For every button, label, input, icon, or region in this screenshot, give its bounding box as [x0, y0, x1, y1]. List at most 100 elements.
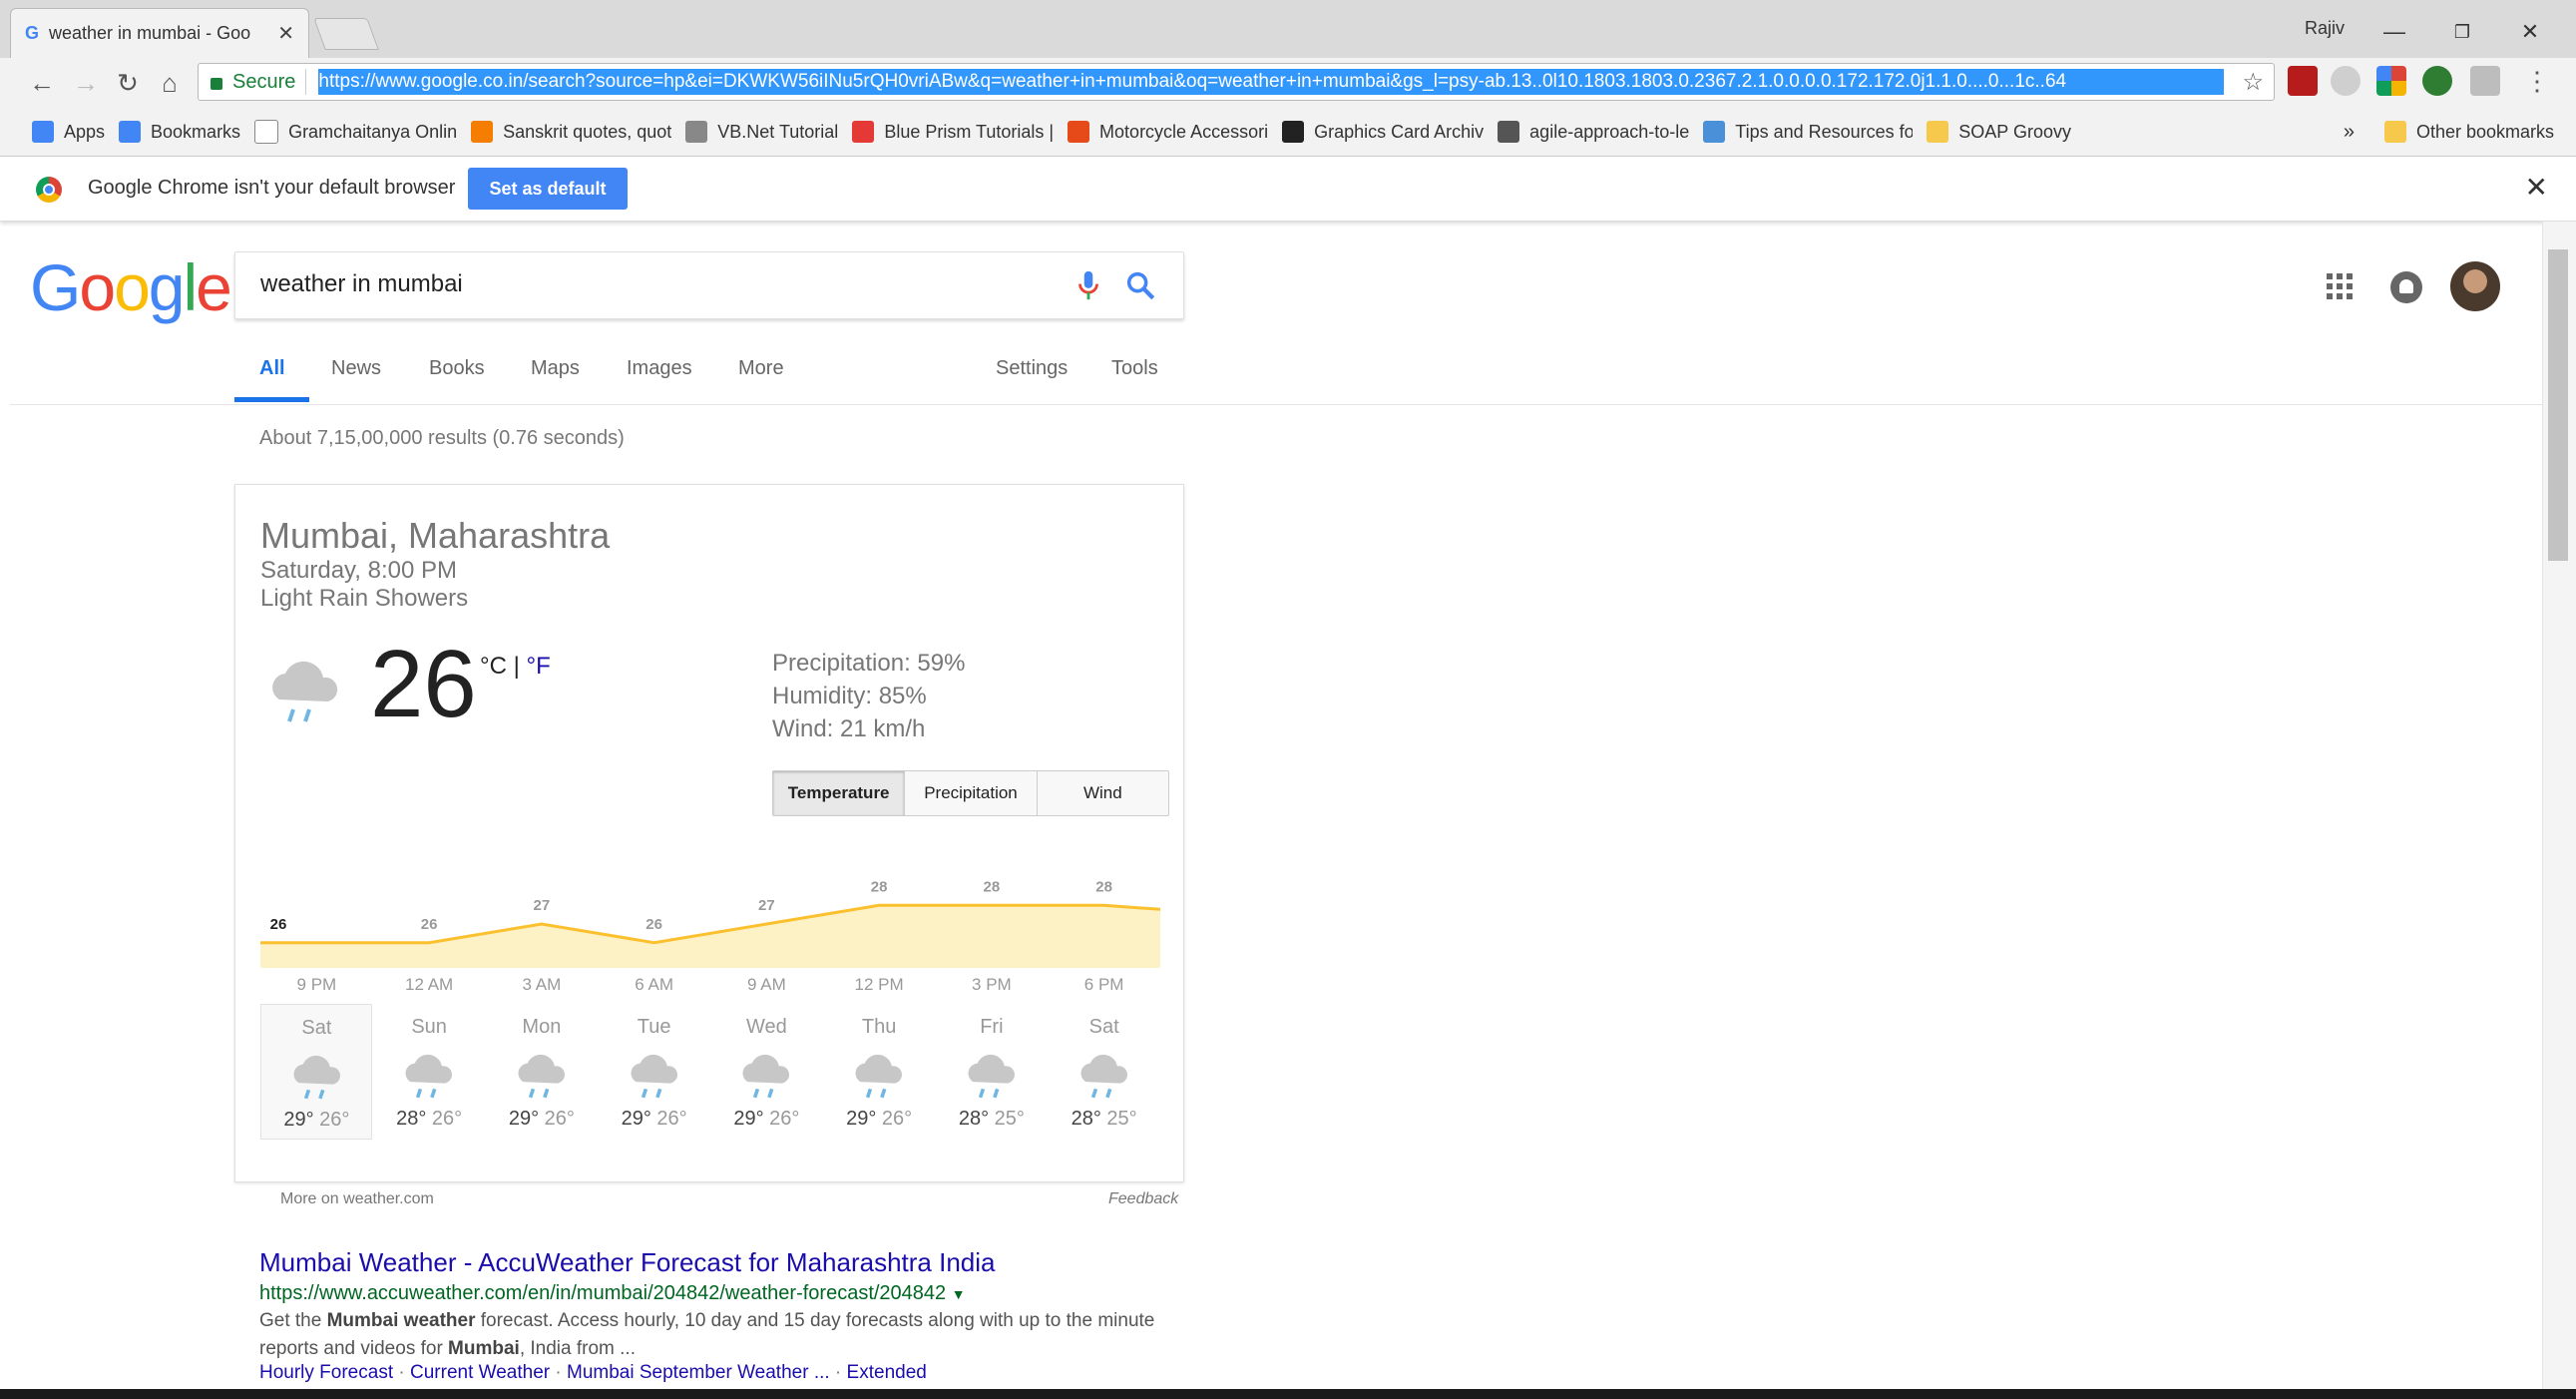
back-icon[interactable]: ← — [22, 60, 62, 106]
mode-wind-button[interactable]: Wind — [1038, 771, 1168, 815]
celsius-unit[interactable]: °C — [480, 653, 507, 680]
infobar-close-icon[interactable]: ✕ — [2525, 171, 2548, 204]
sitelink[interactable]: Hourly Forecast — [259, 1362, 393, 1383]
skype-extension-icon[interactable] — [2331, 66, 2361, 96]
forecast-day[interactable]: Tue 29° 26° — [599, 1004, 710, 1140]
microphone-icon[interactable] — [1072, 268, 1105, 302]
forecast-day[interactable]: Thu 29° 26° — [823, 1004, 935, 1140]
new-tab-button[interactable] — [313, 18, 379, 50]
search-input[interactable]: weather in mumbai — [260, 270, 463, 298]
forecast-day[interactable]: Sat 28° 25° — [1049, 1004, 1160, 1140]
caret-down-icon[interactable]: ▼ — [952, 1286, 966, 1302]
profile-name[interactable]: Rajiv — [2305, 18, 2345, 39]
tab-close-icon[interactable]: ✕ — [277, 21, 294, 46]
scrollbar-thumb[interactable] — [2548, 249, 2568, 561]
forecast-low: 26° — [656, 1108, 687, 1130]
tab-books[interactable]: Books — [429, 357, 485, 380]
set-default-button[interactable]: Set as default — [468, 168, 628, 210]
weather-card: Mumbai, Maharashtra Saturday, 8:00 PM Li… — [234, 484, 1184, 1207]
restore-icon[interactable]: ❐ — [2432, 12, 2492, 52]
secure-indicator[interactable]: Secure — [199, 69, 307, 95]
chart-value-label: 28 — [1095, 878, 1112, 895]
other-bookmarks[interactable]: Other bookmarks — [2383, 121, 2554, 143]
forecast-temps: 28° 25° — [1049, 1108, 1160, 1131]
notifications-bell-icon[interactable] — [2390, 271, 2422, 303]
sitelink[interactable]: Extended — [847, 1362, 927, 1383]
bookmark-item[interactable]: Apps — [32, 121, 105, 143]
chrome-menu-icon[interactable]: ⋮ — [2524, 66, 2550, 97]
forecast-day[interactable]: Sun 28° 26° — [373, 1004, 485, 1140]
address-bar[interactable]: Secure https://www.google.co.in/search?s… — [198, 63, 2275, 101]
forecast-day-name: Tue — [637, 1016, 671, 1038]
chart-hour-label: 3 PM — [972, 975, 1012, 994]
result-title-link[interactable]: Mumbai Weather - AccuWeather Forecast fo… — [259, 1247, 995, 1278]
forecast-low: 25° — [1106, 1108, 1137, 1130]
home-icon[interactable]: ⌂ — [150, 60, 190, 106]
minimize-icon[interactable]: — — [2364, 12, 2424, 52]
bookmark-item[interactable]: Tips and Resources fo — [1703, 121, 1913, 143]
bookmark-item[interactable]: Bookmarks — [119, 121, 240, 143]
current-temperature: 26 — [370, 631, 477, 737]
bookmark-item[interactable]: Gramchaitanya Onlin — [254, 120, 457, 144]
tab-settings[interactable]: Settings — [996, 357, 1068, 380]
bookmark-item[interactable]: SOAP Groovy — [1927, 121, 2071, 143]
forecast-low: 26° — [319, 1109, 350, 1131]
pdf-extension-icon[interactable] — [2288, 66, 2318, 96]
tab-images[interactable]: Images — [627, 357, 692, 380]
secure-label: Secure — [232, 70, 296, 93]
bookmark-star-icon[interactable]: ☆ — [2242, 68, 2264, 97]
mode-precipitation-button[interactable]: Precipitation — [905, 771, 1038, 815]
rain-cloud-icon — [631, 1054, 677, 1099]
forward-icon[interactable]: → — [66, 60, 106, 106]
sitelink[interactable]: Mumbai September Weather ... — [567, 1362, 830, 1383]
more-on-weather-link[interactable]: More on weather.com — [280, 1190, 434, 1208]
tab-news[interactable]: News — [331, 357, 381, 380]
sitelink[interactable]: Current Weather — [410, 1362, 550, 1383]
tab-more[interactable]: More — [738, 357, 784, 380]
bookmark-item[interactable]: Graphics Card Archiv — [1282, 121, 1484, 143]
rain-cloud-icon — [518, 1054, 565, 1099]
fahrenheit-unit[interactable]: °F — [527, 653, 551, 680]
bookmarks-overflow-icon[interactable]: » — [2344, 121, 2355, 144]
default-browser-infobar: Google Chrome isn't your default browser… — [0, 157, 2576, 222]
forecast-day[interactable]: Wed 29° 26° — [710, 1004, 822, 1140]
result-url[interactable]: https://www.accuweather.com/en/in/mumbai… — [259, 1282, 966, 1305]
forecast-temps: 29° 26° — [261, 1109, 371, 1132]
taskbar — [0, 1389, 2576, 1399]
url-text[interactable]: https://www.google.co.in/search?source=h… — [318, 69, 2225, 95]
browser-tab[interactable]: G weather in mumbai - Goo ✕ — [10, 8, 309, 58]
bookmark-item[interactable]: agile-approach-to-le — [1498, 121, 1689, 143]
gamepad-icon — [1282, 121, 1305, 143]
bookmark-item[interactable]: VB.Net Tutorial — [685, 121, 838, 143]
bookmark-item[interactable]: Sanskrit quotes, quot — [471, 121, 671, 143]
globe-extension-icon[interactable] — [2422, 66, 2452, 96]
chart-hour-label: 6 AM — [635, 975, 673, 994]
forecast-day-name: Thu — [861, 1016, 897, 1038]
feedback-link[interactable]: Feedback — [1108, 1190, 1178, 1208]
rain-cloud-icon — [405, 1054, 453, 1099]
forecast-day[interactable]: Fri 28° 25° — [936, 1004, 1048, 1140]
google-logo[interactable]: Google — [30, 249, 232, 325]
window-close-icon[interactable]: ✕ — [2500, 12, 2560, 52]
search-icon[interactable] — [1123, 268, 1157, 302]
rain-cloud-icon — [855, 1054, 903, 1099]
tab-tools[interactable]: Tools — [1111, 357, 1158, 380]
lock-icon — [211, 78, 222, 90]
forecast-day[interactable]: Mon 29° 26° — [486, 1004, 598, 1140]
forecast-day[interactable]: Sat 29° 26° — [260, 1004, 373, 1140]
avatar[interactable] — [2450, 261, 2500, 311]
bookmark-item[interactable]: Blue Prism Tutorials | — [852, 121, 1054, 143]
google-apps-icon[interactable] — [2325, 271, 2355, 301]
picture-icon — [1703, 121, 1726, 143]
tab-all[interactable]: All — [259, 357, 285, 380]
mode-temperature-button[interactable]: Temperature — [773, 771, 906, 815]
tab-maps[interactable]: Maps — [531, 357, 580, 380]
reload-icon[interactable]: ↻ — [108, 60, 148, 106]
ui-extension-icon[interactable] — [2470, 66, 2500, 96]
rain-cloud-icon — [293, 1055, 341, 1100]
search-box[interactable]: weather in mumbai — [234, 251, 1184, 319]
webstore-extension-icon[interactable] — [2376, 66, 2406, 96]
weather-mode-selector: Temperature Precipitation Wind — [772, 770, 1169, 816]
bookmark-item[interactable]: Motorcycle Accessori — [1068, 121, 1268, 143]
folder-icon — [1927, 121, 1949, 143]
